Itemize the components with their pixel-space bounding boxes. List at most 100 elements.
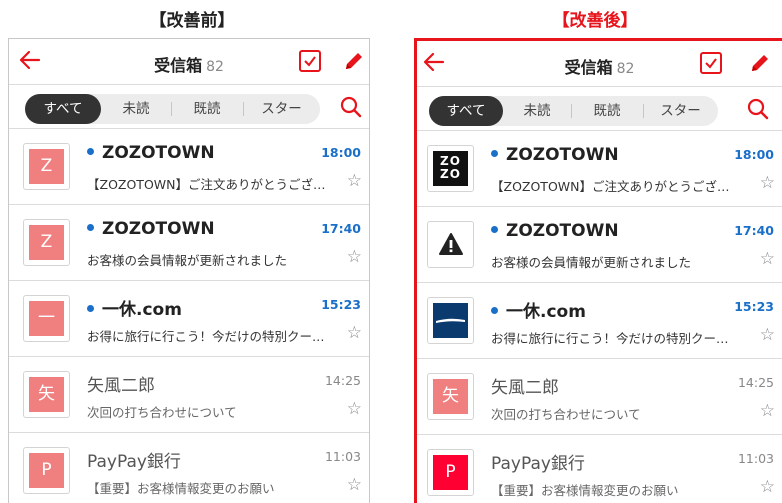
search-icon[interactable] (746, 97, 770, 121)
filter-tab-unread[interactable]: 未読 (503, 96, 571, 126)
star-icon[interactable]: ☆ (347, 475, 362, 495)
avatar-initial: P (29, 453, 64, 488)
unread-dot (87, 148, 94, 155)
sender-avatar: Z (23, 143, 70, 190)
sender-avatar (427, 297, 474, 344)
sender-avatar: 一 (23, 295, 70, 342)
mail-subject: お客様の会員情報が更新されました (491, 255, 692, 270)
zozo-logo: ZO ZO (433, 151, 468, 186)
mail-row[interactable]: 矢 矢風二郎 14:25 次回の打ち合わせについて ☆ (9, 357, 369, 433)
warning-icon (439, 233, 463, 255)
mail-row[interactable]: Z ZOZOTOWN 17:40 お客様の会員情報が更新されました ☆ (9, 205, 369, 281)
sender-avatar: 矢 (23, 371, 70, 418)
compose-pencil-icon[interactable] (342, 49, 366, 73)
mail-time: 14:25 (324, 373, 361, 388)
mail-time: 11:03 (737, 451, 774, 466)
mail-time: 18:00 (321, 145, 361, 160)
mail-subject: 【ZOZOTOWN】ご注文ありがとうござ… (87, 177, 326, 192)
zozo-logo-line: ZO (440, 167, 461, 181)
mail-subject: 【重要】お客様情報変更のお願い (491, 483, 679, 498)
inbox-count: 82 (616, 61, 635, 77)
inbox-count: 82 (206, 59, 224, 75)
star-icon[interactable]: ☆ (760, 173, 775, 193)
filter-tab-read[interactable]: 既読 (571, 96, 643, 126)
star-icon[interactable]: ☆ (760, 249, 775, 269)
panel-before: 受信箱 82 すべて 未読 既読 スター Z ZOZOTOWN 18:00 【ZO… (8, 38, 370, 503)
search-icon[interactable] (339, 95, 363, 119)
inbox-title: 受信箱 (564, 58, 613, 77)
avatar-initial: 矢 (433, 379, 468, 414)
unread-dot (87, 224, 94, 231)
sender-avatar: Z (23, 219, 70, 266)
star-icon[interactable]: ☆ (760, 477, 775, 497)
panel-after: 受信箱 82 すべて 未読 既読 スター ZO ZO ZOZOTOWN 18:00… (414, 38, 782, 503)
sender-avatar: P (427, 449, 474, 496)
filter-bar: すべて 未読 既読 スター (9, 85, 369, 129)
sender-avatar: ZO ZO (427, 145, 474, 192)
star-icon[interactable]: ☆ (347, 323, 362, 343)
app-header: 受信箱 82 (417, 41, 782, 87)
mail-sender: 矢風二郎 (491, 378, 559, 398)
avatar-initial: P (433, 455, 468, 490)
mail-sender: PayPay銀行 (491, 454, 585, 474)
mail-sender-name: 一休.com (102, 300, 182, 320)
sender-avatar: P (23, 447, 70, 494)
avatar-initial: Z (29, 225, 64, 260)
star-icon[interactable]: ☆ (760, 325, 775, 345)
mail-row[interactable]: P PayPay銀行 11:03 【重要】お客様情報変更のお願い ☆ (9, 433, 369, 503)
filter-tab-all[interactable]: すべて (25, 94, 101, 124)
mail-row[interactable]: ZOZOTOWN 17:40 お客様の会員情報が更新されました ☆ (417, 207, 782, 283)
filter-tab-starred[interactable]: スター (243, 94, 320, 124)
avatar-initial: 矢 (29, 377, 64, 412)
mail-sender: 一休.com (491, 297, 586, 322)
filter-tab-all[interactable]: すべて (429, 96, 503, 126)
caption-after: 【改善後】 (552, 11, 638, 31)
select-checkbox-icon[interactable] (700, 52, 722, 74)
filter-bar: すべて 未読 既読 スター (417, 87, 782, 131)
filter-tab-starred[interactable]: スター (643, 96, 718, 126)
mail-subject: お得に旅行に行こう！今だけの特別クー… (491, 331, 729, 346)
star-icon[interactable]: ☆ (347, 399, 362, 419)
sender-avatar (427, 221, 474, 268)
mail-time: 11:03 (324, 449, 361, 464)
sender-avatar: 矢 (427, 373, 474, 420)
star-icon[interactable]: ☆ (347, 171, 362, 191)
mail-row[interactable]: P PayPay銀行 11:03 【重要】お客様情報変更のお願い ☆ (417, 435, 782, 503)
mail-subject: 次回の打ち合わせについて (87, 405, 237, 420)
mail-subject: 次回の打ち合わせについて (491, 407, 641, 422)
mail-sender: 一休.com (87, 295, 182, 320)
inbox-title: 受信箱 (154, 56, 203, 75)
mail-subject: お客様の会員情報が更新されました (87, 253, 288, 268)
mail-sender: ZOZOTOWN (491, 221, 619, 241)
avatar-initial: 一 (29, 301, 64, 336)
mail-sender: ZOZOTOWN (87, 143, 215, 163)
star-icon[interactable]: ☆ (760, 401, 775, 421)
mail-subject: 【重要】お客様情報変更のお願い (87, 481, 275, 496)
unread-dot (491, 307, 498, 314)
mail-row[interactable]: 一休.com 15:23 お得に旅行に行こう！今だけの特別クー… ☆ (417, 283, 782, 359)
mail-row[interactable]: 矢 矢風二郎 14:25 次回の打ち合わせについて ☆ (417, 359, 782, 435)
mail-row[interactable]: 一 一休.com 15:23 お得に旅行に行こう！今だけの特別クー… ☆ (9, 281, 369, 357)
star-icon[interactable]: ☆ (347, 247, 362, 267)
mail-sender-name: ZOZOTOWN (506, 145, 619, 165)
unread-dot (491, 150, 498, 157)
mail-sender-name: 一休.com (506, 302, 586, 322)
filter-tab-read[interactable]: 既読 (171, 94, 243, 124)
filter-segment: すべて 未読 既読 スター (429, 96, 718, 126)
avatar-initial: Z (29, 149, 64, 184)
unread-dot (491, 226, 498, 233)
mail-time: 17:40 (321, 221, 361, 236)
select-checkbox-icon[interactable] (299, 50, 321, 72)
caption-before: 【改善前】 (149, 11, 235, 31)
unread-dot (87, 305, 94, 312)
mail-time: 17:40 (734, 223, 774, 238)
mail-sender-name: ZOZOTOWN (102, 143, 215, 163)
mail-row[interactable]: ZO ZO ZOZOTOWN 18:00 【ZOZOTOWN】ご注文ありがとうご… (417, 131, 782, 207)
filter-tab-unread[interactable]: 未読 (101, 94, 171, 124)
mail-sender: PayPay銀行 (87, 452, 181, 472)
compose-pencil-icon[interactable] (748, 51, 772, 75)
mail-sender-name: ZOZOTOWN (102, 219, 215, 239)
app-header: 受信箱 82 (9, 39, 369, 85)
mail-row[interactable]: Z ZOZOTOWN 18:00 【ZOZOTOWN】ご注文ありがとうござ… ☆ (9, 129, 369, 205)
mail-subject: お得に旅行に行こう！今だけの特別クー… (87, 329, 325, 344)
